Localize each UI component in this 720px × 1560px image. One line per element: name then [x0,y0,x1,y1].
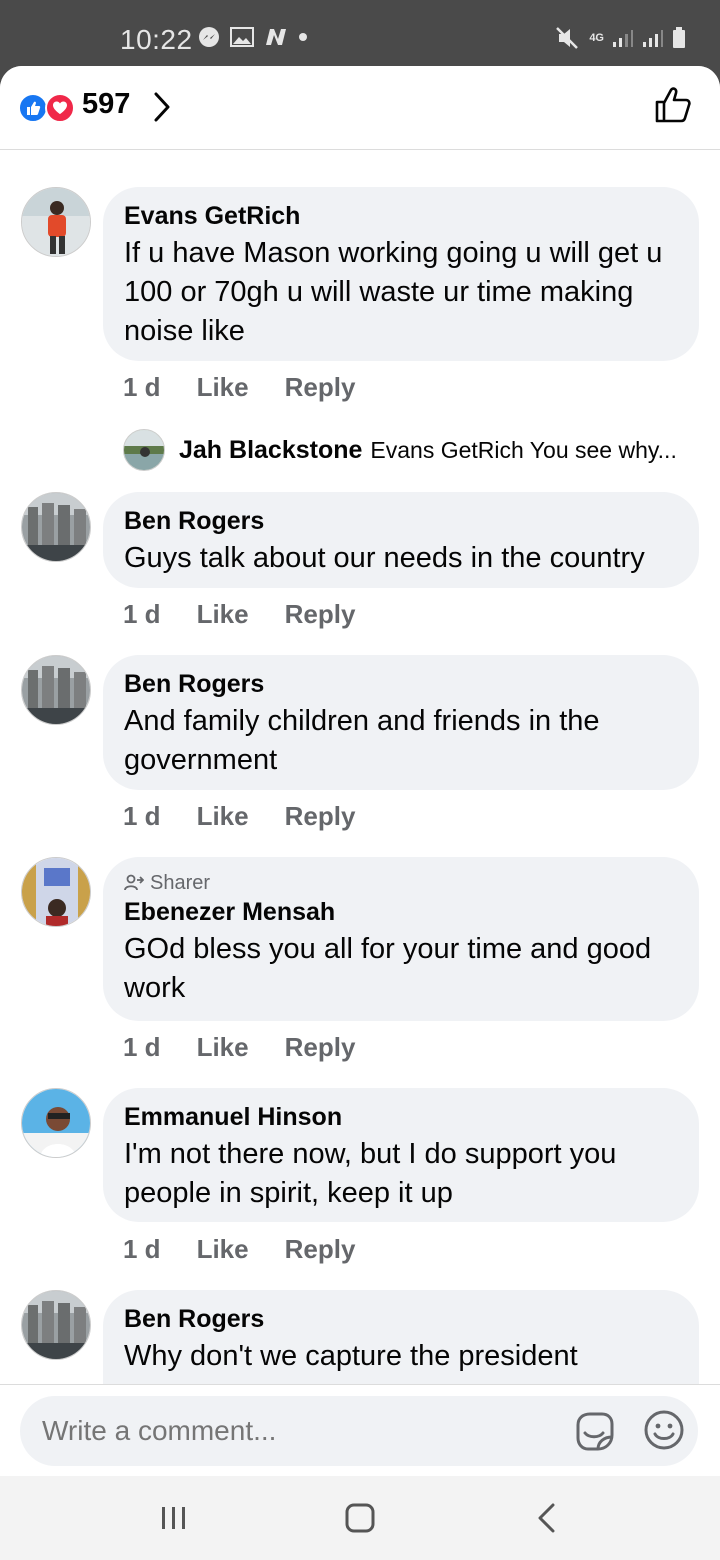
comment-time[interactable]: 1 d [123,599,161,633]
home-icon[interactable] [345,1503,375,1533]
avatar[interactable] [21,1088,91,1158]
comment-actions: 1 d Like Reply [123,372,355,406]
comments-sheet: 597 1 d Like Reply 2 Evans GetRich If u … [0,66,720,1476]
reply-button[interactable]: Reply [285,1234,356,1268]
like-button[interactable]: Like [197,801,249,835]
system-navigation-bar [0,1476,720,1560]
comment-bubble[interactable]: Ben Rogers Guys talk about our needs in … [103,492,699,588]
avatar[interactable] [21,492,91,562]
comment-actions: 1 d Like Reply [123,1032,355,1066]
avatar[interactable] [21,655,91,725]
mute-icon [556,27,579,49]
reaction-count[interactable]: 597 [82,88,130,121]
comment-bubble[interactable]: Sharer Ebenezer Mensah GOd bless you all… [103,857,699,1021]
comment-author[interactable]: Emmanuel Hinson [124,1102,679,1132]
status-bar: 10:22 4G [0,0,720,66]
messenger-icon [199,27,219,47]
comment-actions: 1 d Like Reply [123,1234,355,1268]
signal-icon-2 [643,30,663,47]
comment-time[interactable]: 1 d [123,801,161,835]
comment-text: And family children and friends in the g… [124,705,600,776]
back-icon[interactable] [534,1502,560,1534]
comment-author[interactable]: Ben Rogers [124,1304,679,1334]
comment-time[interactable]: 1 d [123,372,161,406]
avatar[interactable] [21,1290,91,1360]
sharer-badge: Sharer [124,871,679,895]
comment-actions: 1 d Like Reply [123,801,355,835]
reply-button[interactable]: Reply [285,801,356,835]
comment-composer [0,1384,720,1476]
like-button[interactable]: Like [197,1234,249,1268]
avatar[interactable] [123,429,165,471]
status-notification-icons [198,26,308,48]
chevron-right-icon[interactable] [150,90,174,124]
like-button[interactable]: Like [197,372,249,406]
like-button[interactable]: Like [197,1032,249,1066]
comment-time[interactable]: 1 d [123,1032,161,1066]
comment-author[interactable]: Ben Rogers [124,506,679,536]
comment-author[interactable]: Ben Rogers [124,669,679,699]
avatar[interactable] [21,187,91,257]
love-reaction-icon[interactable] [45,93,75,123]
emoji-icon[interactable] [643,1409,685,1451]
reactions-header: 597 [0,66,720,150]
dot-icon [299,33,307,41]
comment-bubble[interactable]: Emmanuel Hinson I'm not there now, but I… [103,1088,699,1222]
comment-text: Guys talk about our needs in the country [124,542,645,574]
gallery-icon [230,27,254,47]
reply-button[interactable]: Reply [285,372,356,406]
comment-time[interactable]: 1 d [123,1234,161,1268]
reply-button[interactable]: Reply [285,599,356,633]
reply-text: Evans GetRich You see why... [370,436,677,463]
signal-icon [613,30,633,47]
like-button[interactable]: Like [197,599,249,633]
like-reaction-icon[interactable] [18,93,48,123]
reply-button[interactable]: Reply [285,1032,356,1066]
sticker-icon[interactable] [572,1409,616,1453]
sharer-label: Sharer [150,871,211,894]
comment-text: Why don't we capture the president [124,1340,578,1372]
avatar[interactable] [21,857,91,927]
comment-text: If u have Mason working going u will get… [124,237,663,347]
comment-bubble[interactable]: Evans GetRich If u have Mason working go… [103,187,699,361]
n-app-icon [266,29,286,45]
recents-icon[interactable] [160,1504,188,1532]
battery-icon [673,27,685,48]
comment-actions: 1 d Like Reply [123,599,355,633]
comment-author[interactable]: Ebenezer Mensah [124,897,679,927]
status-time: 10:22 [120,24,193,55]
reply-author[interactable]: Jah Blackstone [179,436,362,465]
status-system-icons: 4G [555,26,686,50]
comment-text: I'm not there now, but I do support you … [124,1138,617,1209]
reply-preview[interactable]: Jah Blackstone Evans GetRich You see why… [123,428,677,472]
comment-bubble[interactable]: Ben Rogers And family children and frien… [103,655,699,790]
network-type: 4G [589,31,604,44]
thumbs-up-icon[interactable] [654,86,692,124]
comment-author[interactable]: Evans GetRich [124,201,679,231]
comment-text: GOd bless you all for your time and good… [124,933,652,1004]
sharer-icon [124,874,144,891]
